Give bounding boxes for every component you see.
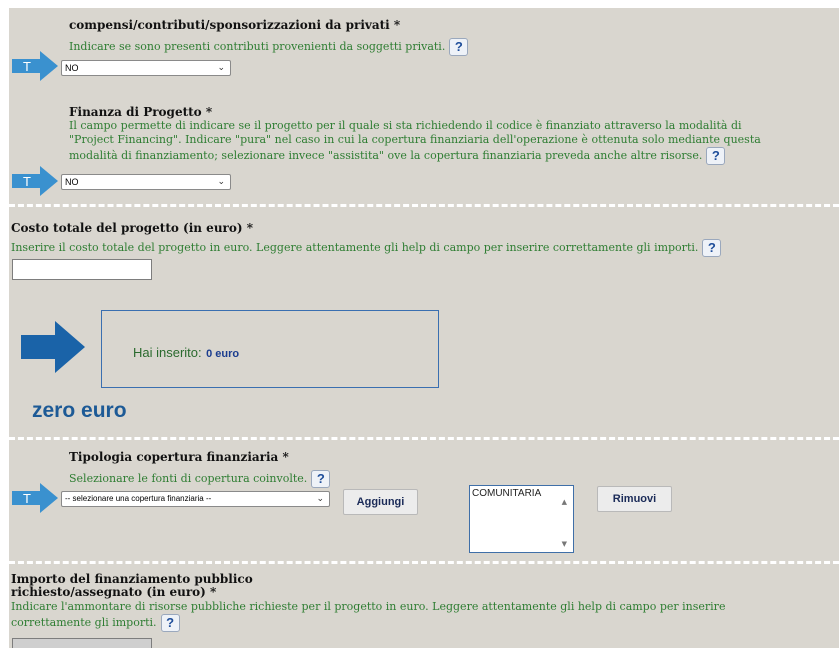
- field-arrow-icon: T: [12, 51, 58, 81]
- form-panel: compensi/contributi/sponsorizzazioni da …: [9, 8, 839, 648]
- help-icon[interactable]: ?: [706, 147, 726, 165]
- privati-select[interactable]: NO ⌄: [61, 60, 231, 76]
- help-icon[interactable]: ?: [702, 239, 722, 257]
- copertura-list-item[interactable]: COMUNITARIA: [472, 488, 541, 499]
- finanza-help-line: modalità di finanziamento; selezionare i…: [69, 149, 703, 162]
- remove-button[interactable]: Rimuovi: [597, 486, 672, 512]
- copertura-list[interactable]: COMUNITARIA ▲ ▼: [469, 485, 574, 553]
- scroll-up-icon[interactable]: ▲: [562, 498, 567, 506]
- importo-input[interactable]: [12, 638, 152, 648]
- divider: [9, 204, 839, 207]
- help-icon[interactable]: ?: [449, 38, 469, 56]
- hai-inserito-box: Hai inserito: 0 euro: [101, 310, 439, 388]
- chevron-down-icon: ⌄: [316, 493, 324, 503]
- field-arrow-icon: T: [12, 483, 58, 513]
- privati-help-text: Indicare se sono presenti contributi pro…: [69, 40, 446, 53]
- costo-help-text: Inserire il costo totale del progetto in…: [11, 241, 699, 254]
- arrow-letter: T: [23, 174, 31, 189]
- tipologia-help-text: Selezionare le fonti di copertura coinvo…: [69, 472, 308, 485]
- importo-title: Importo del finanziamento pubblico richi…: [11, 573, 253, 599]
- help-icon[interactable]: ?: [160, 614, 180, 632]
- scroll-down-icon[interactable]: ▼: [562, 540, 567, 548]
- tipologia-help: Selezionare le fonti di copertura coinvo…: [69, 470, 331, 488]
- arrow-letter: T: [23, 59, 31, 74]
- finanza-title: Finanza di Progetto *: [69, 105, 213, 119]
- divider: [9, 561, 839, 564]
- field-arrow-icon: T: [12, 166, 58, 196]
- finanza-select[interactable]: NO ⌄: [61, 174, 231, 190]
- privati-help: Indicare se sono presenti contributi pro…: [69, 38, 469, 56]
- finanza-help-line: Il campo permette di indicare se il prog…: [69, 119, 742, 132]
- big-arrow-icon: [21, 321, 85, 373]
- importo-help-line: correttamente gli importi.: [11, 616, 157, 629]
- costo-help: Inserire il costo totale del progetto in…: [11, 239, 722, 257]
- finanza-select-value: NO: [65, 177, 79, 187]
- finanza-help-line: "Project Financing". Indicare "pura" nel…: [69, 133, 761, 146]
- privati-title: compensi/contributi/sponsorizzazioni da …: [69, 18, 401, 32]
- chevron-down-icon: ⌄: [217, 62, 225, 72]
- help-icon[interactable]: ?: [311, 470, 331, 488]
- finanza-help: Il campo permette di indicare se il prog…: [69, 119, 839, 165]
- add-button[interactable]: Aggiungi: [343, 489, 418, 515]
- tipologia-select-value: -- selezionare una copertura finanziaria…: [65, 494, 212, 503]
- importo-title-line: richiesto/assegnato (in euro) *: [11, 585, 217, 599]
- costo-title: Costo totale del progetto (in euro) *: [11, 221, 253, 235]
- importo-help-line: Indicare l'ammontare di risorse pubblich…: [11, 600, 726, 613]
- costo-input[interactable]: [12, 259, 152, 280]
- zero-euro-caption: zero euro: [32, 399, 127, 422]
- tipologia-title: Tipologia copertura finanziaria *: [69, 450, 289, 464]
- hai-inserito-value: 0 euro: [206, 348, 240, 360]
- hai-inserito-line: Hai inserito: 0 euro: [133, 344, 239, 362]
- divider: [9, 437, 839, 440]
- tipologia-select[interactable]: -- selezionare una copertura finanziaria…: [61, 491, 330, 507]
- importo-help: Indicare l'ammontare di risorse pubblich…: [11, 600, 837, 632]
- hai-inserito-label: Hai inserito:: [133, 345, 202, 360]
- arrow-letter: T: [23, 491, 31, 506]
- privati-select-value: NO: [65, 63, 79, 73]
- chevron-down-icon: ⌄: [217, 176, 225, 186]
